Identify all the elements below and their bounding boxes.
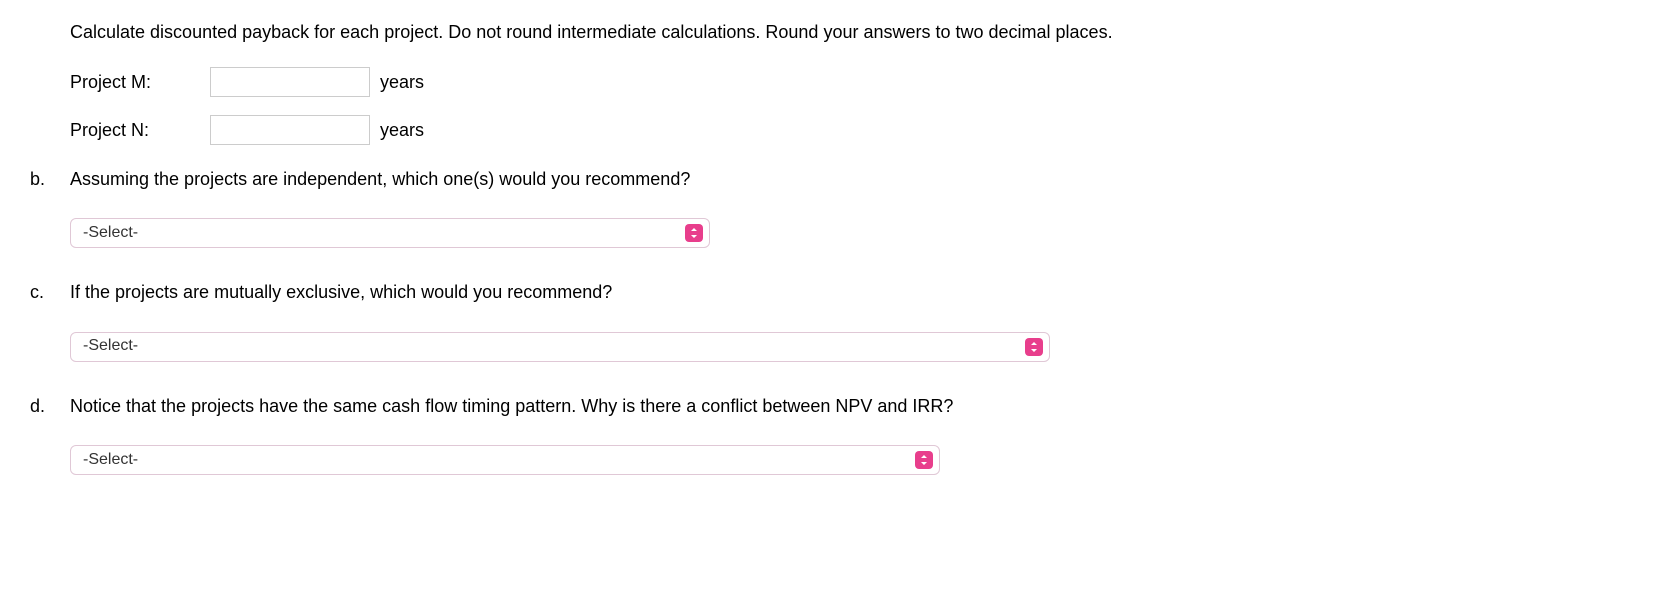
question-d-select-wrap: -Select-	[70, 445, 940, 475]
question-b-select-value: -Select-	[83, 222, 677, 244]
question-d-select[interactable]: -Select-	[70, 445, 940, 475]
question-c-marker: c.	[30, 280, 70, 305]
project-m-row: Project M: years	[70, 67, 1634, 97]
project-n-unit: years	[380, 118, 424, 143]
updown-icon	[685, 224, 703, 242]
question-c: c. If the projects are mutually exclusiv…	[30, 280, 1634, 305]
question-d: d. Notice that the projects have the sam…	[30, 394, 1634, 419]
question-d-text: Notice that the projects have the same c…	[70, 394, 1634, 419]
project-n-input[interactable]	[210, 115, 370, 145]
question-b-marker: b.	[30, 167, 70, 192]
project-m-label: Project M:	[70, 70, 210, 95]
project-m-input[interactable]	[210, 67, 370, 97]
question-d-select-value: -Select-	[83, 449, 907, 471]
updown-icon	[1025, 338, 1043, 356]
updown-icon	[915, 451, 933, 469]
question-b-select-wrap: -Select-	[70, 218, 710, 248]
question-c-select-value: -Select-	[83, 335, 1017, 357]
project-m-unit: years	[380, 70, 424, 95]
question-c-text: If the projects are mutually exclusive, …	[70, 280, 1634, 305]
project-n-row: Project N: years	[70, 115, 1634, 145]
question-b: b. Assuming the projects are independent…	[30, 167, 1634, 192]
question-c-select[interactable]: -Select-	[70, 332, 1050, 362]
question-b-text: Assuming the projects are independent, w…	[70, 167, 1634, 192]
instruction-text: Calculate discounted payback for each pr…	[70, 20, 1634, 45]
project-n-label: Project N:	[70, 118, 210, 143]
question-d-marker: d.	[30, 394, 70, 419]
question-c-select-wrap: -Select-	[70, 332, 1050, 362]
question-b-select[interactable]: -Select-	[70, 218, 710, 248]
